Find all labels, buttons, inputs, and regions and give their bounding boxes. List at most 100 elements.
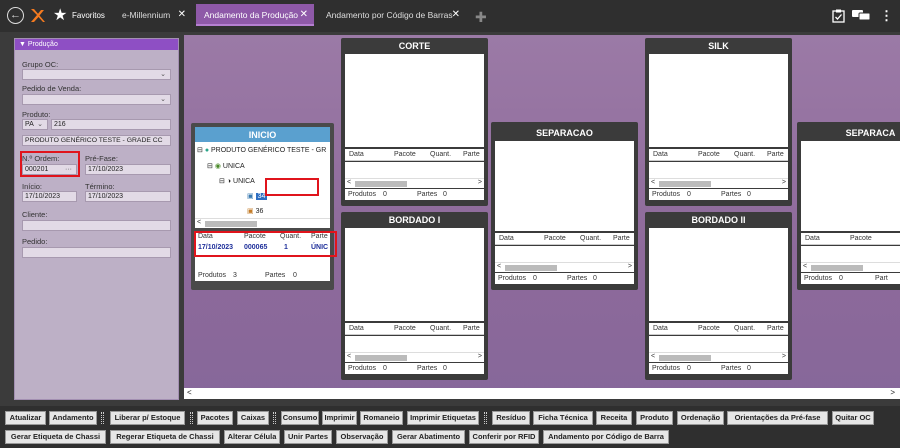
pre-fase-input[interactable]: 17/10/2023 xyxy=(85,164,171,175)
scroll-thumb[interactable] xyxy=(205,221,257,227)
caixas-button[interactable]: Caixas xyxy=(237,411,269,425)
imprimir-button[interactable]: Imprimir xyxy=(322,411,357,425)
scroll-left-icon[interactable]: < xyxy=(497,263,501,270)
stage-bordado-ii[interactable]: BORDADO II Data Pacote Quant. Parte < > P… xyxy=(645,212,792,380)
tree-level2[interactable]: ⊟ ◑ UNICA xyxy=(219,177,255,185)
tree-product[interactable]: ⊟ ● PRODUTO GENÉRICO TESTE - GR xyxy=(197,146,326,154)
ficha-tecnica-button[interactable]: Ficha Técnica xyxy=(533,411,593,425)
tree-level1-label: UNICA xyxy=(222,163,245,170)
observacao-button[interactable]: Observação xyxy=(336,430,388,444)
board-hscroll[interactable]: < > xyxy=(184,388,900,399)
scroll-right-icon[interactable]: > xyxy=(782,353,786,360)
stage-title: INICIO xyxy=(195,127,330,142)
scroll-thumb[interactable] xyxy=(811,265,863,271)
produto-desc-field[interactable]: PRODUTO GENÉRICO TESTE - GRADE CC xyxy=(22,135,171,146)
tab-e-millennium[interactable]: e-Millennium ✕ xyxy=(114,4,192,26)
scroll-left-icon[interactable]: < xyxy=(187,388,192,397)
atualizar-button[interactable]: Atualizar xyxy=(5,411,46,425)
col-parte: Parte xyxy=(767,151,784,158)
scroll-right-icon[interactable]: > xyxy=(628,263,632,270)
scroll-right-icon[interactable]: > xyxy=(478,353,482,360)
tree-hscroll[interactable]: < xyxy=(195,218,330,228)
scroll-thumb[interactable] xyxy=(505,265,557,271)
scroll-left-icon[interactable]: < xyxy=(651,179,655,186)
scroll-thumb[interactable] xyxy=(355,181,407,187)
scroll-right-icon[interactable]: > xyxy=(890,388,895,397)
regerar-etiqueta-chassi-button[interactable]: Regerar Etiqueta de Chassi xyxy=(110,430,220,444)
stage-corte[interactable]: CORTE Data Pacote Quant. Parte < > Produt… xyxy=(341,38,488,206)
scroll-thumb[interactable] xyxy=(659,355,711,361)
collapse-icon[interactable]: ⊟ xyxy=(207,163,213,170)
stage-inicio[interactable]: INICIO ⊟ ● PRODUTO GENÉRICO TESTE - GR ⊟… xyxy=(191,123,337,290)
back-arrow-icon[interactable]: ← xyxy=(7,7,24,24)
star-icon[interactable]: ★ xyxy=(53,5,67,25)
stage-hscroll[interactable]: < > xyxy=(345,178,484,188)
unir-partes-button[interactable]: Unir Partes xyxy=(284,430,332,444)
produto-button[interactable]: Produto xyxy=(636,411,673,425)
liberar-estoque-button[interactable]: Liberar p/ Estoque xyxy=(110,411,185,425)
scroll-right-icon[interactable]: > xyxy=(782,179,786,186)
favoritos-label[interactable]: Favoritos xyxy=(72,11,105,20)
pedido-venda-select[interactable]: ⌄ xyxy=(22,94,171,105)
stage-hscroll[interactable]: < > xyxy=(345,352,484,362)
stage-hscroll[interactable]: < > xyxy=(495,262,634,272)
scroll-left-icon[interactable]: < xyxy=(197,219,201,226)
close-icon[interactable]: ✕ xyxy=(300,4,308,26)
consumo-button[interactable]: Consumo xyxy=(281,411,319,425)
plus-icon[interactable]: ✚ xyxy=(475,9,487,26)
andamento-codigo-barra-button[interactable]: Andamento por Código de Barra xyxy=(543,430,669,444)
produto-code-value: 216 xyxy=(54,121,66,128)
scroll-right-icon[interactable]: > xyxy=(478,179,482,186)
stage-hscroll[interactable]: < xyxy=(801,262,900,272)
stage-separacao[interactable]: SEPARACAO Data Pacote Quant. Parte < > Pr… xyxy=(491,122,638,290)
tree-item-36[interactable]: ▣ 36 xyxy=(247,207,263,215)
scroll-left-icon[interactable]: < xyxy=(651,353,655,360)
close-icon[interactable]: ✕ xyxy=(452,4,460,26)
globe-icon: ◉ xyxy=(214,163,221,170)
clipboard-icon[interactable] xyxy=(832,9,845,26)
inicio-input[interactable]: 17/10/2023 xyxy=(22,191,77,202)
stage-silk[interactable]: SILK Data Pacote Quant. Parte < > Produto… xyxy=(645,38,792,206)
scroll-left-icon[interactable]: < xyxy=(347,353,351,360)
collapse-icon[interactable]: ⊟ xyxy=(197,147,203,154)
tab-andamento-codigo-barras[interactable]: Andamento por Código de Barras ✕ xyxy=(318,4,466,26)
stage-hscroll[interactable]: < > xyxy=(649,352,788,362)
more-icon[interactable]: ⋮ xyxy=(880,8,893,24)
stage-hscroll[interactable]: < > xyxy=(649,178,788,188)
andamento-button[interactable]: Andamento xyxy=(49,411,97,425)
termino-input[interactable]: 17/10/2023 xyxy=(85,191,171,202)
cliente-input[interactable] xyxy=(22,220,171,231)
panel-header[interactable]: ▼ Produção xyxy=(15,39,178,50)
residuo-button[interactable]: Resíduo xyxy=(492,411,530,425)
collapse-icon[interactable]: ⊟ xyxy=(219,178,225,185)
produto-code-input[interactable]: 216 xyxy=(51,119,171,130)
scroll-thumb[interactable] xyxy=(355,355,407,361)
orientacoes-pre-fase-button[interactable]: Orientações da Pré-fase xyxy=(727,411,828,425)
stage-bordado-i[interactable]: BORDADO I Data Pacote Quant. Parte < > Pr… xyxy=(341,212,488,380)
gerar-abatimento-button[interactable]: Gerar Abatimento xyxy=(392,430,465,444)
logo-icon[interactable] xyxy=(29,7,45,24)
stage-separacao-2[interactable]: SEPARACA Data Pacote < Produtos 0 Part xyxy=(797,122,900,290)
produto-prefix-select[interactable]: PA ⌄ xyxy=(22,119,48,130)
quitar-oc-button[interactable]: Quitar OC xyxy=(832,411,874,425)
alterar-celula-button[interactable]: Alterar Célula xyxy=(224,430,280,444)
col-quant: Quant. xyxy=(580,235,602,242)
pedido-input[interactable] xyxy=(22,247,171,258)
tree-level1[interactable]: ⊟ ◉ UNICA xyxy=(207,162,245,170)
highlight-box xyxy=(265,178,319,196)
imprimir-etiquetas-button[interactable]: Imprimir Etiquetas xyxy=(407,411,479,425)
scroll-left-icon[interactable]: < xyxy=(347,179,351,186)
romaneio-button[interactable]: Romaneio xyxy=(360,411,403,425)
grupo-oc-select[interactable]: ⌄ xyxy=(22,69,171,80)
chat-icon[interactable] xyxy=(852,9,871,25)
gerar-etiqueta-chassi-button[interactable]: Gerar Etiqueta de Chassi xyxy=(5,430,106,444)
close-icon[interactable]: ✕ xyxy=(178,4,186,26)
receita-button[interactable]: Receita xyxy=(596,411,632,425)
table-header: Data Pacote Quant. Parte xyxy=(345,149,484,161)
scroll-left-icon[interactable]: < xyxy=(803,263,807,270)
pacotes-button[interactable]: Pacotes xyxy=(197,411,233,425)
tab-andamento-producao[interactable]: Andamento da Produção ✕ xyxy=(196,4,314,26)
conferir-rfid-button[interactable]: Conferir por RFID xyxy=(469,430,539,444)
scroll-thumb[interactable] xyxy=(659,181,711,187)
ordenacao-button[interactable]: Ordenação xyxy=(677,411,724,425)
